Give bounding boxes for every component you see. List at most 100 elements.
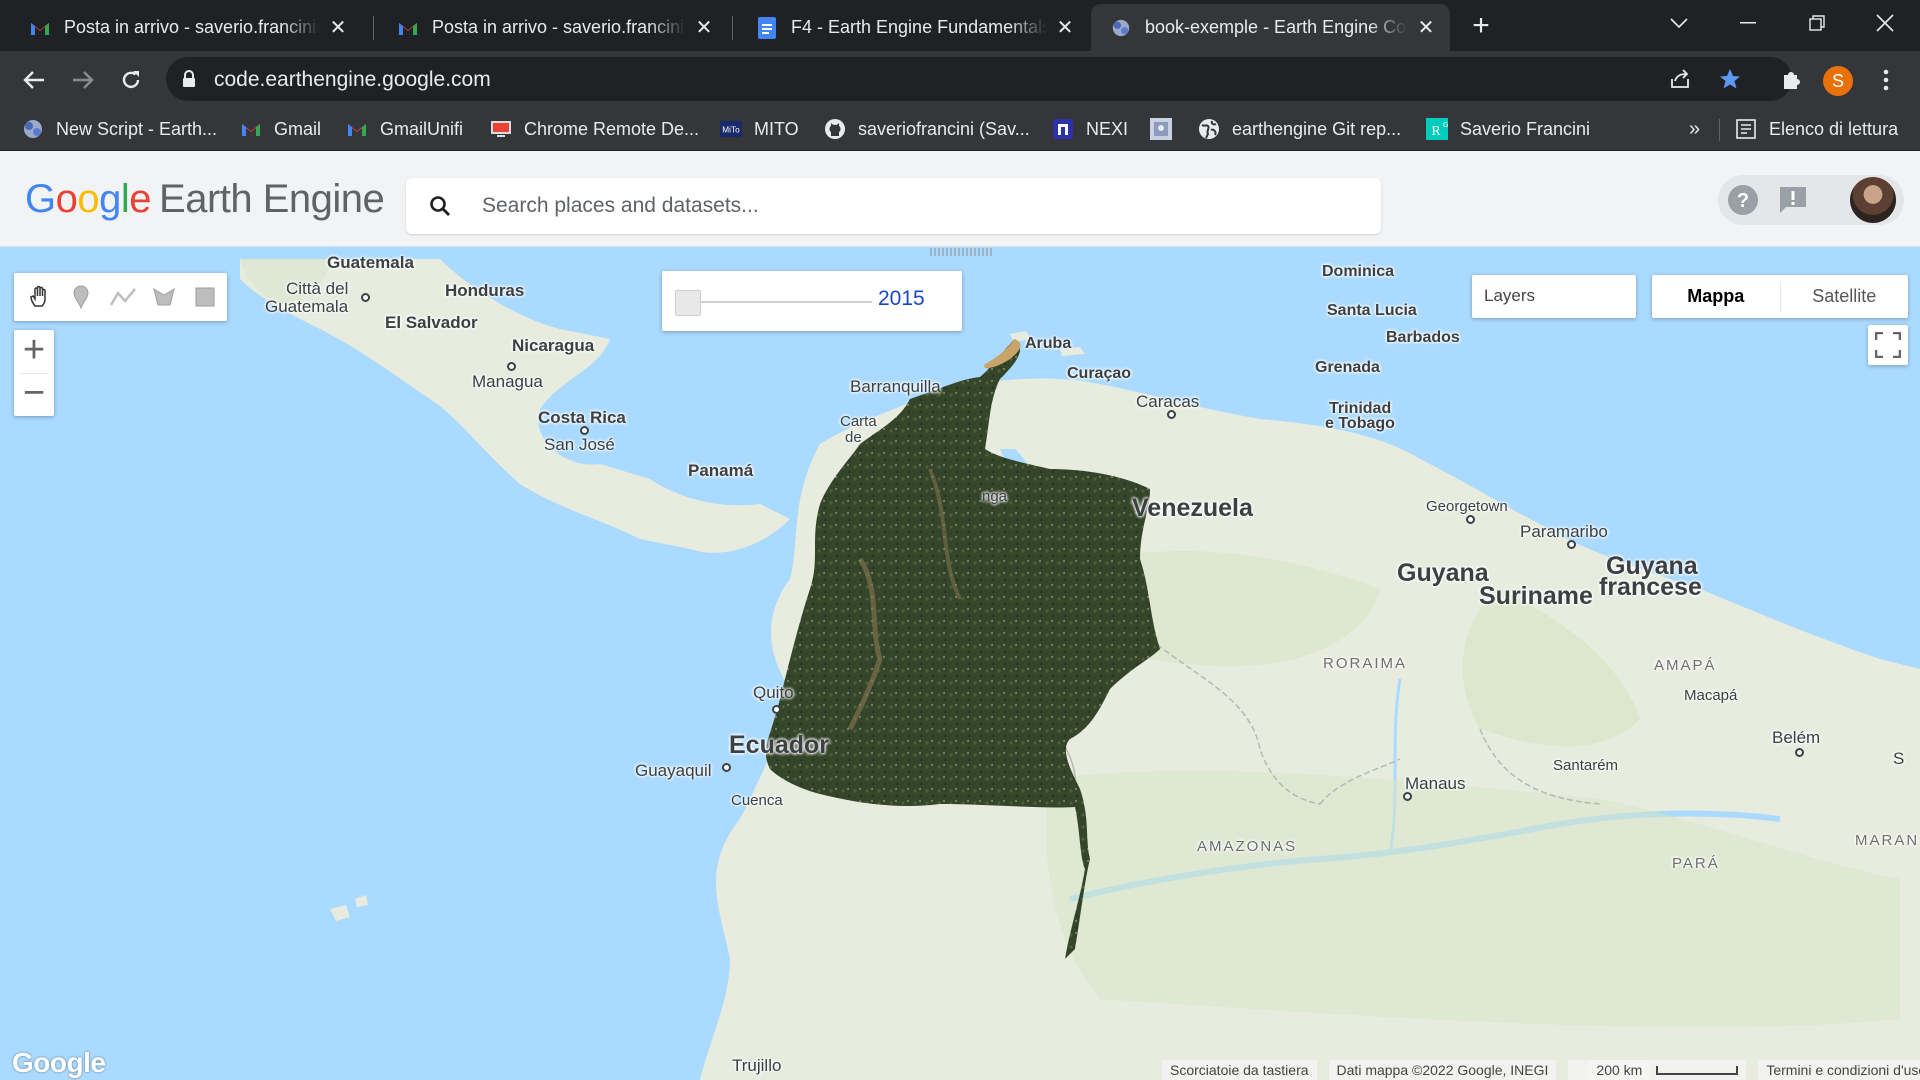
slider-thumb[interactable] xyxy=(675,290,701,316)
bookmark-gmailunifi[interactable]: GmailUnifi xyxy=(346,115,463,143)
bookmark-nexi[interactable]: NEXI xyxy=(1052,115,1128,143)
map-type-satellite-button[interactable]: Satellite xyxy=(1781,275,1909,318)
map-label-fragment: nga xyxy=(982,488,1008,505)
map-label-trujillo: Trujillo xyxy=(732,1056,782,1075)
rectangle-icon[interactable] xyxy=(186,277,225,317)
help-icon[interactable]: ? xyxy=(1726,183,1760,217)
bookmark-label: saveriofrancini (Sav... xyxy=(858,118,1030,139)
close-icon[interactable]: ✕ xyxy=(328,18,348,38)
profile-avatar[interactable]: S xyxy=(1823,66,1853,96)
earth-engine-logo[interactable]: Google Earth Engine xyxy=(25,177,385,222)
feedback-icon[interactable] xyxy=(1776,183,1810,217)
tab-gmail-2[interactable]: Posta in arrivo - saverio.francini@ ✕ xyxy=(378,4,728,51)
fullscreen-button[interactable] xyxy=(1868,325,1908,365)
map-label-honduras: Honduras xyxy=(445,281,525,300)
polygon-icon[interactable] xyxy=(144,277,183,317)
line-icon[interactable] xyxy=(103,277,142,317)
bookmark-mito[interactable]: MiTo MITO xyxy=(720,115,799,143)
new-tab-button[interactable]: + xyxy=(1466,11,1496,42)
map-label-amazonas: AMAZONAS xyxy=(1197,838,1298,855)
search-icon[interactable] xyxy=(428,194,452,223)
lock-icon[interactable] xyxy=(182,70,196,93)
map-label-roraima: RORAIMA xyxy=(1323,655,1408,672)
bookmark-earthengine-git[interactable]: earthengine Git rep... xyxy=(1198,115,1401,143)
map-label-paramaribo: Paramaribo xyxy=(1520,522,1608,541)
reload-button[interactable] xyxy=(114,63,148,97)
map-label-san-jose: San José xyxy=(544,435,615,454)
restore-icon[interactable] xyxy=(1794,8,1840,38)
search-input[interactable] xyxy=(482,178,1362,234)
map-label-amapa: AMAPÁ xyxy=(1654,657,1717,674)
map-label-el-salvador: El Salvador xyxy=(385,313,478,332)
layers-button[interactable]: Layers xyxy=(1472,275,1636,318)
tab-gmail-1[interactable]: Posta in arrivo - saverio.francini@ ✕ xyxy=(10,4,362,51)
svg-text:?: ? xyxy=(1737,190,1749,212)
bookmark-image[interactable] xyxy=(1150,115,1184,143)
mito-icon: MiTo xyxy=(720,118,742,140)
reading-list-button[interactable]: Elenco di lettura xyxy=(1735,115,1898,143)
tab-separator xyxy=(732,16,733,40)
url-text[interactable]: code.earthengine.google.com xyxy=(214,68,491,92)
globe-icon xyxy=(1198,118,1220,140)
bookmarks-overflow-button[interactable]: » xyxy=(1689,115,1700,143)
map-label-venezuela: Venezuela xyxy=(1132,494,1253,522)
map-city-dot xyxy=(722,763,731,772)
back-button[interactable] xyxy=(17,63,51,97)
map-label-macapa: Macapá xyxy=(1684,687,1738,704)
map-city-dot xyxy=(1567,540,1576,549)
map-city-dot xyxy=(1167,410,1176,419)
close-icon[interactable]: ✕ xyxy=(694,18,714,38)
tab-search-icon[interactable] xyxy=(1656,8,1702,38)
map-city-dot xyxy=(580,426,589,435)
bookmark-label: New Script - Earth... xyxy=(56,118,218,139)
map-city-dot xyxy=(772,705,781,714)
map-label-guyana: Guyana xyxy=(1397,559,1489,587)
extensions-icon[interactable] xyxy=(1776,65,1806,95)
slider-track[interactable] xyxy=(686,301,872,303)
map-canvas[interactable]: Guatemala Città del Guatemala Honduras E… xyxy=(0,253,1920,1080)
map-label-cartagena-2: de xyxy=(845,429,862,446)
address-bar[interactable]: code.earthengine.google.com xyxy=(166,57,1792,101)
gmail-icon xyxy=(346,118,368,140)
reading-list-icon xyxy=(1735,118,1757,140)
bookmark-separator xyxy=(1719,119,1720,141)
marker-icon[interactable] xyxy=(61,277,100,317)
bookmark-saverio-francini[interactable]: RG Saverio Francini xyxy=(1426,115,1590,143)
map-city-dot xyxy=(1466,515,1475,524)
kebab-menu-icon[interactable] xyxy=(1871,65,1901,95)
user-avatar[interactable] xyxy=(1850,177,1896,223)
zoom-out-button[interactable]: − xyxy=(14,373,54,416)
google-watermark: Google xyxy=(12,1047,106,1078)
tab-earth-engine[interactable]: book-exemple - Earth Engine Co ✕ xyxy=(1091,4,1450,51)
bookmark-new-script[interactable]: New Script - Earth... xyxy=(22,115,217,143)
forward-arrow-icon xyxy=(73,71,94,89)
bookmark-star-icon[interactable] xyxy=(1718,67,1742,91)
scale-indicator[interactable]: 200 km xyxy=(1568,1059,1747,1080)
bookmark-github[interactable]: saveriofrancini (Sav... xyxy=(824,115,1030,143)
map-label-cuenca: Cuenca xyxy=(731,792,783,809)
map-label-nicaragua: Nicaragua xyxy=(512,336,595,355)
terms-link[interactable]: Termini e condizioni d'uso xyxy=(1758,1059,1920,1080)
drawing-tools xyxy=(14,273,227,321)
keyboard-shortcuts-link[interactable]: Scorciatoie da tastiera xyxy=(1162,1059,1317,1080)
window-close-icon[interactable] xyxy=(1862,8,1908,38)
bookmark-chrome-remote[interactable]: Chrome Remote De... xyxy=(490,115,699,143)
close-icon[interactable]: ✕ xyxy=(1055,18,1075,38)
year-slider-panel: 2015 xyxy=(662,271,962,331)
panel-resize-handle[interactable] xyxy=(930,248,994,256)
map-label-grenada: Grenada xyxy=(1315,359,1380,376)
fullscreen-icon xyxy=(1875,332,1901,358)
earth-engine-icon xyxy=(22,118,44,140)
minimize-icon[interactable] xyxy=(1725,8,1771,38)
forward-button[interactable] xyxy=(66,63,100,97)
tab-google-docs[interactable]: F4 - Earth Engine Fundamentals a ✕ xyxy=(737,4,1089,51)
image-bookmark-icon xyxy=(1150,118,1172,140)
pan-hand-icon[interactable] xyxy=(20,277,59,317)
map-label-managua: Managua xyxy=(472,372,543,391)
bookmark-gmail[interactable]: Gmail xyxy=(240,115,321,143)
map-type-map-button[interactable]: Mappa xyxy=(1652,275,1780,318)
close-icon[interactable]: ✕ xyxy=(1416,18,1436,38)
map-label-barbados: Barbados xyxy=(1386,329,1460,346)
zoom-in-button[interactable]: + xyxy=(14,330,54,373)
share-icon[interactable] xyxy=(1668,67,1692,91)
